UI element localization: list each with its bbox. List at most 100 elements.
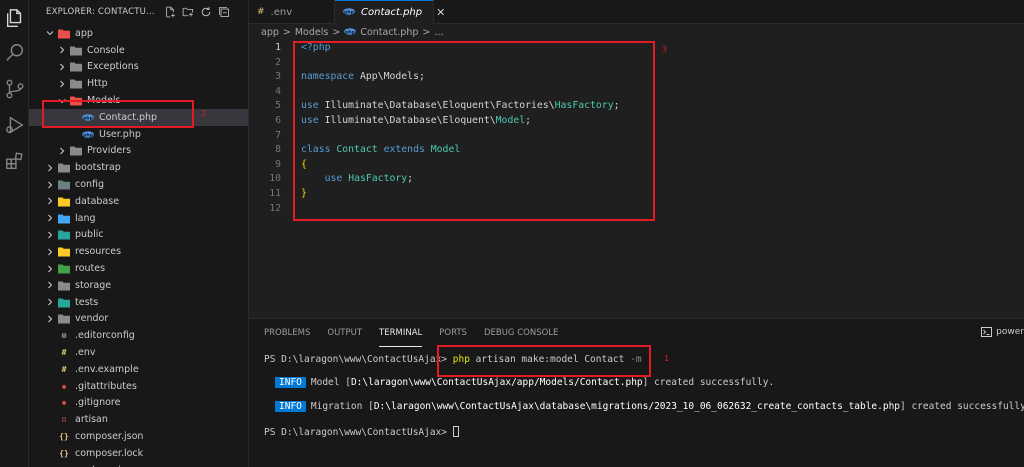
tab-env[interactable]: # .env (249, 0, 335, 24)
refresh-icon[interactable] (200, 6, 212, 18)
chevron-right-icon (60, 147, 65, 155)
terminal-output[interactable]: PS D:\laragon\www\ContactUsAjax> php art… (264, 353, 1024, 438)
info-badge: INFO (275, 377, 306, 388)
tab-label: .env (270, 6, 293, 18)
line-number: 2 (275, 56, 281, 68)
explorer-actions (164, 6, 230, 18)
tree-item[interactable]: Console (29, 42, 248, 59)
tree-item[interactable]: vendor (29, 311, 248, 328)
php-file-icon: php (82, 130, 94, 138)
tab-problems[interactable]: PROBLEMS (264, 319, 310, 347)
tab-ports[interactable]: PORTS (439, 319, 467, 347)
line-number: 10 (269, 173, 281, 185)
tree-item-label: storage (75, 279, 112, 291)
tree-item[interactable]: ∷ artisan (29, 411, 248, 428)
tree-item[interactable]: Exceptions (29, 59, 248, 76)
chevron-right-icon (48, 231, 53, 239)
folder-icon (58, 180, 70, 190)
tree-item[interactable]: ⚙ .editorconfig (29, 327, 248, 344)
new-file-icon[interactable] (164, 6, 176, 18)
tree-item[interactable]: {}package.json (29, 462, 248, 467)
tree-item-label: database (75, 195, 120, 207)
tab-terminal[interactable]: TERMINAL (379, 319, 423, 347)
tab-output[interactable]: OUTPUT (327, 319, 362, 347)
line-number: 4 (275, 85, 281, 97)
folder-icon (58, 281, 70, 291)
line-number: 6 (275, 115, 281, 126)
file-icon: ∷ (61, 415, 67, 425)
breadcrumb-item-symbols[interactable]: ... (434, 27, 443, 38)
tree-item[interactable]: # .env.example (29, 361, 248, 378)
shell-name: power (996, 327, 1024, 337)
tree-item-label: tests (75, 296, 99, 308)
annotation-box-1 (437, 345, 651, 377)
terminal-text: ] created successfully. (642, 377, 775, 388)
tree-item[interactable]: Http (29, 75, 248, 92)
breadcrumb-item-contact[interactable]: Contact.php (360, 27, 418, 38)
search-icon[interactable] (4, 42, 26, 64)
tab-contact-php[interactable]: php Contact.php ✕ (335, 0, 445, 24)
new-folder-icon[interactable] (182, 6, 194, 18)
svg-text:php: php (83, 132, 93, 138)
terminal-path: D:\laragon\www\ContactUsAjax/app/Models/… (350, 377, 643, 388)
tree-item[interactable]: Providers (29, 143, 248, 160)
tree-item-label: .env.example (75, 363, 139, 375)
tree-item[interactable]: tests (29, 294, 248, 311)
run-debug-icon[interactable] (4, 114, 26, 136)
tree-item[interactable]: ◆ .gitignore (29, 395, 248, 412)
env-file-icon: # (257, 7, 265, 17)
tree-item[interactable]: ◆ .gitattributes (29, 378, 248, 395)
tree-item-label: Http (87, 78, 108, 90)
annotation-number-2: 2 (201, 109, 207, 118)
tree-item[interactable]: routes (29, 260, 248, 277)
chevron-right-icon (48, 198, 53, 205)
close-icon[interactable]: ✕ (436, 6, 445, 19)
tree-item[interactable]: database (29, 193, 248, 210)
tree-item[interactable]: app (29, 25, 248, 42)
tree-item[interactable]: # .env (29, 344, 248, 361)
activity-bar (0, 0, 29, 467)
breadcrumb-item-app[interactable]: app (261, 27, 279, 38)
chevron-right-icon: > (422, 26, 431, 38)
chevron-down-icon (46, 31, 54, 36)
bottom-panel: PROBLEMS OUTPUT TERMINAL PORTS DEBUG CON… (249, 318, 1024, 467)
tree-item[interactable]: php User.php (29, 126, 248, 143)
tree-item[interactable]: config (29, 176, 248, 193)
chevron-right-icon (48, 298, 53, 306)
chevron-right-icon (48, 315, 53, 323)
tree-item[interactable]: bootstrap (29, 159, 248, 176)
explorer-icon[interactable] (4, 7, 26, 29)
tree-item[interactable]: resources (29, 243, 248, 260)
chevron-right-icon (48, 164, 53, 172)
terminal-prompt: PS D:\laragon\www\ContactUsAjax> (264, 354, 448, 365)
terminal-line: INFO Migration [D:\laragon\www\ContactUsA… (275, 400, 1024, 414)
info-badge: INFO (275, 401, 306, 412)
tree-item-label: composer.lock (75, 447, 144, 459)
tree-item-label: bootstrap (75, 162, 121, 174)
tree-item[interactable]: storage (29, 277, 248, 294)
terminal-line: INFO Model [D:\laragon\www\ContactUsAjax/… (275, 376, 774, 390)
tree-item-label: .editorconfig (75, 330, 135, 342)
tree-item[interactable]: public (29, 227, 248, 244)
tab-debug-console[interactable]: DEBUG CONSOLE (484, 319, 558, 347)
tree-item[interactable]: {} composer.lock (29, 445, 248, 462)
folder-icon (58, 314, 70, 324)
folder-icon (58, 29, 70, 39)
tree-item[interactable]: {} composer.json (29, 428, 248, 445)
line-number: 9 (275, 158, 281, 170)
editor-tabs: # .env php Contact.php ✕ (249, 0, 1024, 24)
tree-item-label: Console (87, 44, 125, 56)
line-number: 11 (269, 188, 281, 199)
terminal-shell-selector[interactable]: power (981, 327, 1024, 337)
terminal-text: Model [ (310, 377, 351, 388)
extensions-icon[interactable] (4, 150, 26, 172)
tree-item[interactable]: lang (29, 210, 248, 227)
collapse-all-icon[interactable] (218, 6, 230, 18)
breadcrumb-item-models[interactable]: Models (295, 27, 328, 38)
line-number: 7 (275, 129, 281, 141)
explorer-header: EXPLORER: CONTACTU... (29, 0, 248, 24)
tree-item-label: config (75, 179, 105, 191)
tree-item-label: .env (75, 347, 96, 359)
source-control-icon[interactable] (4, 78, 26, 100)
folder-icon (70, 79, 82, 89)
